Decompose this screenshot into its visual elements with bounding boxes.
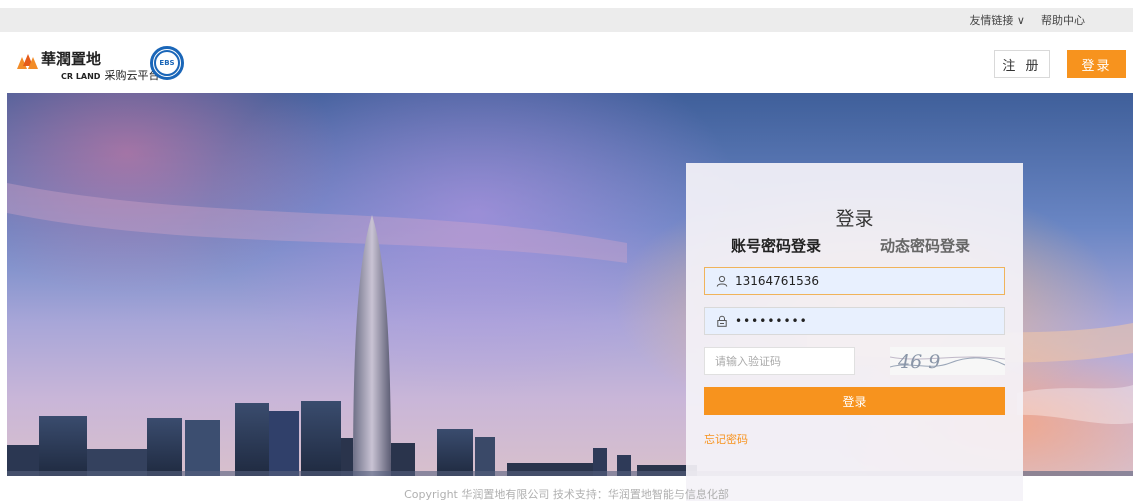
- cr-land-logo[interactable]: 華潤置地 CR LAND 采购云平台: [17, 48, 159, 84]
- top-utility-bar: 友情链接 ∨ 帮助中心: [0, 8, 1133, 32]
- header: 華潤置地 CR LAND 采购云平台 EBS 注 册 登录: [0, 32, 1133, 93]
- header-login-button[interactable]: 登录: [1067, 50, 1126, 78]
- logo-english-name: CR LAND: [61, 71, 101, 81]
- captcha-input[interactable]: [704, 347, 855, 375]
- tab-dynamic-password-login[interactable]: 动态密码登录: [880, 235, 970, 256]
- login-panel: 登录 账号密码登录 动态密码登录 13164761536 ••••••••• 请…: [686, 163, 1023, 501]
- forgot-password-link[interactable]: 忘记密码: [704, 431, 748, 447]
- friend-links-dropdown[interactable]: 友情链接 ∨: [969, 12, 1025, 28]
- register-button[interactable]: 注 册: [994, 50, 1050, 78]
- login-title: 登录: [835, 208, 874, 230]
- username-value: 13164761536: [735, 274, 819, 288]
- captcha-text: 46 9: [897, 351, 940, 373]
- cr-land-mark-icon: [17, 51, 38, 69]
- ebs-logo-icon: EBS: [150, 46, 184, 80]
- lock-icon: [715, 314, 729, 328]
- password-mask: •••••••••: [735, 314, 808, 328]
- ebs-badge-text: EBS: [159, 59, 175, 67]
- top-links: 友情链接 ∨ 帮助中心: [969, 8, 1085, 32]
- user-icon: [715, 274, 729, 288]
- help-center-link[interactable]: 帮助中心: [1041, 12, 1085, 28]
- captcha-image[interactable]: 46 9: [890, 347, 1005, 375]
- login-submit-button[interactable]: 登录: [704, 387, 1005, 415]
- footer-copyright: Copyright 华润置地有限公司 技术支持：华润置地智能与信息化部: [404, 488, 729, 501]
- logo-chinese-name: 華潤置地: [41, 49, 102, 68]
- password-field[interactable]: •••••••••: [704, 307, 1005, 335]
- username-field[interactable]: 13164761536: [704, 267, 1005, 295]
- page: 友情链接 ∨ 帮助中心 華潤置地 CR LAND 采购云平台 EBS 注 册 登…: [0, 0, 1133, 501]
- tab-password-login[interactable]: 账号密码登录: [731, 235, 821, 256]
